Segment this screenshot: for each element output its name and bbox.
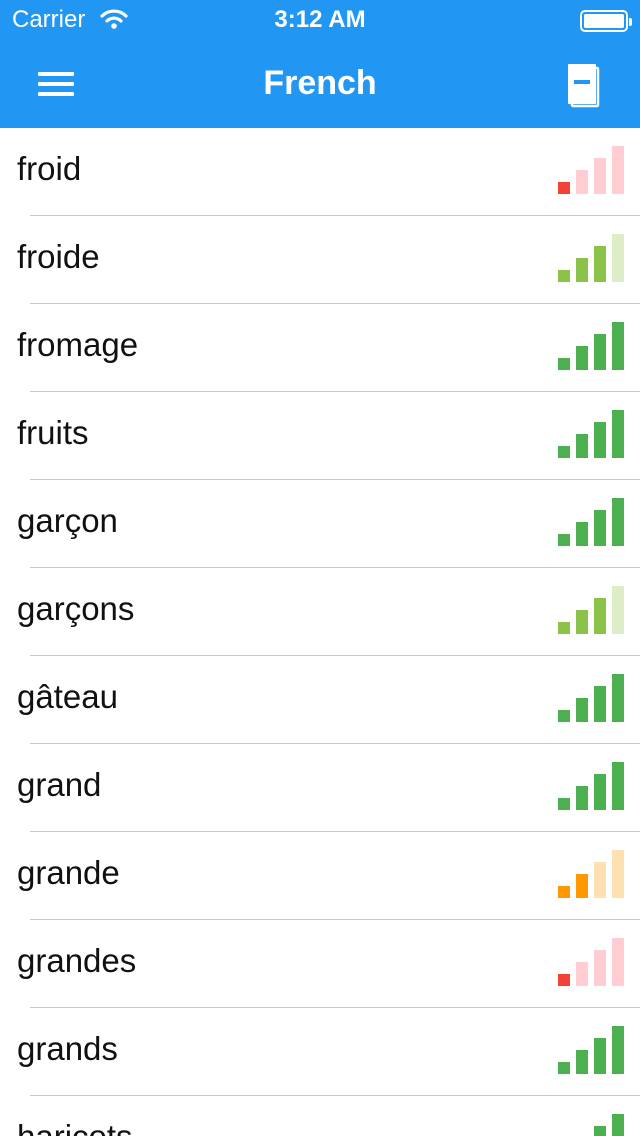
strength-indicator — [558, 410, 626, 458]
strength-indicator — [558, 586, 626, 634]
strength-bar — [576, 170, 588, 194]
strength-bar — [594, 862, 606, 898]
word-label: fruits — [17, 414, 89, 451]
strength-bar — [576, 874, 588, 898]
strength-bar — [594, 950, 606, 986]
strength-bar — [612, 762, 624, 810]
strength-indicator — [558, 234, 626, 282]
strength-bar — [558, 534, 570, 546]
word-label: haricots — [17, 1118, 133, 1136]
strength-bar — [594, 422, 606, 458]
list-item[interactable]: grand — [0, 744, 640, 832]
strength-bar — [558, 182, 570, 194]
strength-bar — [612, 674, 624, 722]
strength-bar — [558, 710, 570, 722]
word-label: garçon — [17, 502, 118, 539]
strength-bar — [576, 786, 588, 810]
strength-bar — [612, 234, 624, 282]
strength-indicator — [558, 322, 626, 370]
list-item[interactable]: gâteau — [0, 656, 640, 744]
strength-bar — [612, 850, 624, 898]
list-item[interactable]: garçon — [0, 480, 640, 568]
list-item[interactable]: garçons — [0, 568, 640, 656]
app-header: Carrier 3:12 AM French — [0, 0, 640, 128]
strength-bar — [594, 598, 606, 634]
word-label: grande — [17, 854, 120, 891]
strength-bar — [594, 158, 606, 194]
strength-bar — [612, 938, 624, 986]
strength-bar — [594, 246, 606, 282]
strength-indicator — [558, 938, 626, 986]
list-item[interactable]: fruits — [0, 392, 640, 480]
strength-indicator — [558, 850, 626, 898]
word-label: fromage — [17, 326, 139, 363]
strength-bar — [594, 774, 606, 810]
list-item[interactable]: froid — [0, 128, 640, 216]
strength-indicator — [558, 498, 626, 546]
strength-bar — [576, 258, 588, 282]
word-label: garçons — [17, 590, 135, 627]
strength-bar — [558, 886, 570, 898]
list-item[interactable]: froide — [0, 216, 640, 304]
strength-bar — [576, 1050, 588, 1074]
strength-bar — [612, 498, 624, 546]
strength-bar — [558, 358, 570, 370]
strength-indicator — [558, 146, 626, 194]
strength-bar — [612, 1114, 624, 1136]
list-item[interactable]: grands — [0, 1008, 640, 1096]
strength-indicator — [558, 1114, 626, 1136]
list-item[interactable]: grandes — [0, 920, 640, 1008]
strength-indicator — [558, 674, 626, 722]
strength-bar — [612, 586, 624, 634]
strength-bar — [576, 522, 588, 546]
strength-bar — [612, 146, 624, 194]
strength-bar — [576, 698, 588, 722]
strength-bar — [558, 622, 570, 634]
strength-bar — [612, 410, 624, 458]
strength-bar — [594, 1038, 606, 1074]
strength-bar — [576, 434, 588, 458]
word-label: gâteau — [17, 678, 118, 715]
word-label: grandes — [17, 942, 137, 979]
battery-icon — [580, 10, 632, 32]
strength-bar — [576, 610, 588, 634]
strength-bar — [612, 1026, 624, 1074]
strength-bar — [594, 510, 606, 546]
status-time: 3:12 AM — [274, 6, 366, 33]
list-item[interactable]: haricots — [0, 1096, 640, 1136]
list-item[interactable]: grande — [0, 832, 640, 920]
status-bar: Carrier 3:12 AM — [0, 0, 640, 40]
strength-bar — [558, 270, 570, 282]
word-label: grands — [17, 1030, 118, 1067]
strength-bar — [612, 322, 624, 370]
word-label: froide — [17, 238, 100, 275]
page-title: French — [263, 64, 377, 102]
strength-bar — [576, 962, 588, 986]
strength-indicator — [558, 1026, 626, 1074]
list-item[interactable]: fromage — [0, 304, 640, 392]
word-list: froid froide fromage fruits garçon garçons gât… — [0, 128, 640, 1136]
nav-bar: French — [0, 40, 640, 128]
strength-bar — [594, 686, 606, 722]
strength-indicator — [558, 762, 626, 810]
strength-bar — [558, 1062, 570, 1074]
strength-bar — [576, 346, 588, 370]
strength-bar — [558, 974, 570, 986]
strength-bar — [558, 798, 570, 810]
strength-bar — [594, 1126, 606, 1136]
strength-bar — [558, 446, 570, 458]
strength-bar — [594, 334, 606, 370]
book-icon[interactable] — [560, 60, 610, 112]
word-label: froid — [17, 150, 82, 187]
word-label: grand — [17, 766, 102, 803]
